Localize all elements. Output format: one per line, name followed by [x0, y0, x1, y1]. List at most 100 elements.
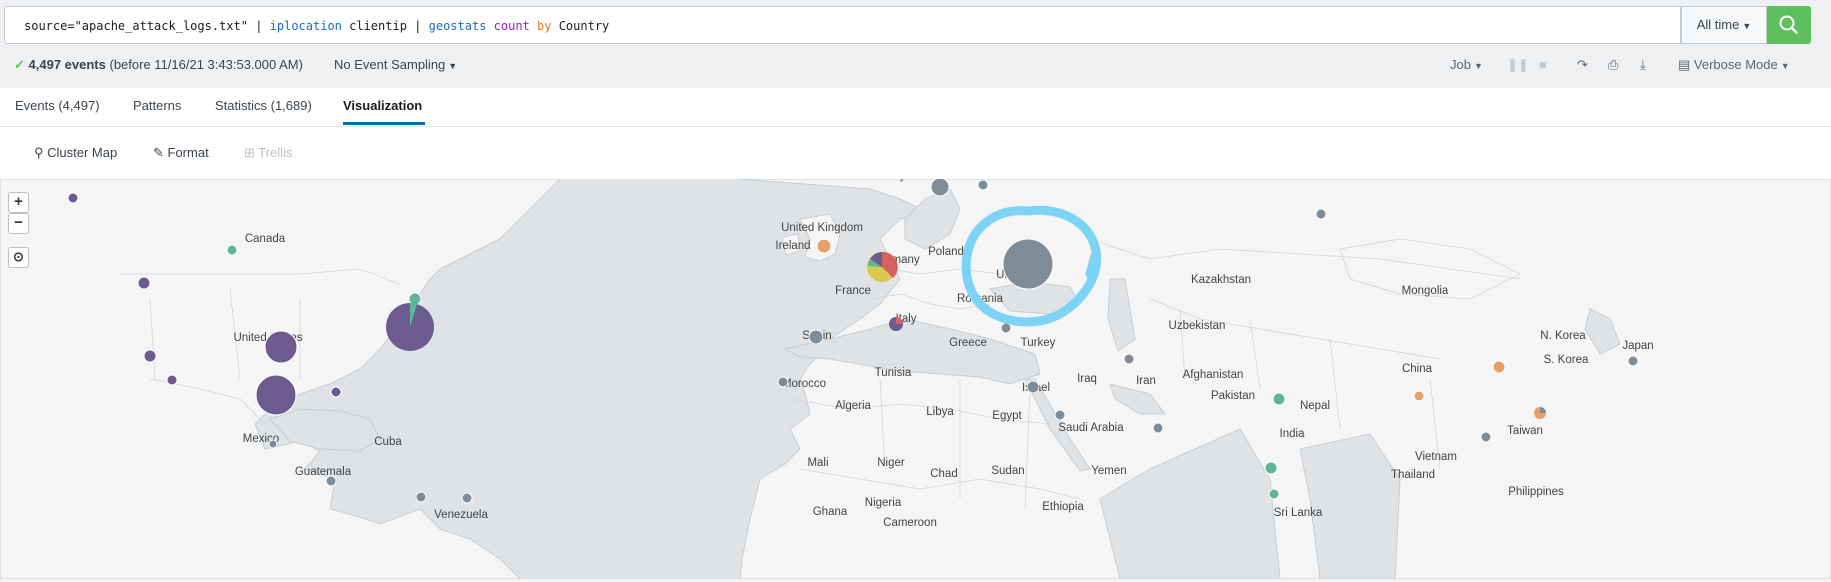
- query-command-geostats: geostats: [428, 19, 487, 33]
- stop-icon[interactable]: ■: [1539, 57, 1547, 72]
- marker-korea[interactable]: [1627, 355, 1639, 367]
- query-keyword-by: by: [529, 19, 552, 33]
- search-input[interactable]: source="apache_attack_logs.txt" | iploca…: [4, 6, 1681, 44]
- map-country-label: Vietnam: [1415, 451, 1457, 463]
- share-icon[interactable]: ↷: [1577, 57, 1588, 73]
- event-time-suffix: (before 11/16/21 3:43:53.000 AM): [109, 57, 303, 72]
- map-country-label: United Kingdom: [781, 222, 863, 234]
- marker-spain[interactable]: [808, 329, 824, 345]
- marker-norway-north[interactable]: [930, 179, 950, 197]
- marker-venezuela[interactable]: [461, 492, 473, 504]
- map-country-label: Thailand: [1391, 469, 1435, 481]
- marker-texas[interactable]: [255, 374, 297, 416]
- marker-germany-pie[interactable]: [867, 251, 898, 282]
- cluster-map-button[interactable]: ⚲ Cluster Map: [34, 145, 117, 161]
- event-summary: ✓ 4,497 events (before 11/16/21 3:43:53.…: [14, 57, 303, 73]
- marker-caribbean[interactable]: [415, 491, 427, 503]
- marker-hong-kong[interactable]: [1480, 431, 1492, 443]
- map-country-label: Mali: [807, 457, 828, 469]
- marker-beijing[interactable]: [1492, 360, 1506, 374]
- marker-los-angeles[interactable]: [166, 374, 178, 386]
- map-canvas[interactable]: NorwayCanadaUnited KingdomIrelandGermany…: [0, 179, 1831, 579]
- marker-caucasus[interactable]: [1123, 353, 1135, 365]
- search-mode-dropdown[interactable]: ▤ Verbose Mode ▼: [1678, 57, 1790, 73]
- marker-us-central[interactable]: [264, 330, 298, 364]
- format-button[interactable]: ✎ Format: [153, 145, 209, 161]
- map-country-label: S. Korea: [1544, 354, 1589, 366]
- cluster-map[interactable]: NorwayCanadaUnited KingdomIrelandGermany…: [0, 179, 1831, 579]
- cluster-map-label: Cluster Map: [47, 145, 118, 160]
- map-country-label: Sri Lanka: [1274, 507, 1323, 519]
- marker-guatemala[interactable]: [325, 475, 337, 487]
- marker-alaska[interactable]: [67, 192, 79, 204]
- query-function-count: count: [486, 19, 530, 33]
- tab-visualization[interactable]: Visualization: [343, 98, 422, 113]
- query-pipe: |: [406, 19, 429, 33]
- marker-russia-east[interactable]: [1315, 208, 1327, 220]
- marker-uae[interactable]: [1152, 422, 1164, 434]
- marker-washington[interactable]: [137, 276, 151, 290]
- chevron-down-icon: ▼: [1780, 61, 1790, 71]
- map-country-label: Ethiopia: [1042, 501, 1084, 513]
- marker-morocco[interactable]: [777, 376, 789, 388]
- marker-italy-pie[interactable]: [889, 317, 903, 331]
- marker-georgia[interactable]: [330, 386, 342, 398]
- map-country-label: Canada: [245, 233, 286, 245]
- marker-canada[interactable]: [226, 244, 238, 256]
- map-country-label: Saudi Arabia: [1058, 422, 1124, 434]
- marker-saudi-arabia[interactable]: [1054, 409, 1066, 421]
- marker-mexico[interactable]: [268, 439, 278, 449]
- query-arg-clientip: clientip: [341, 19, 407, 33]
- time-range-picker[interactable]: All time ▼: [1681, 6, 1767, 44]
- print-icon[interactable]: ⎙: [1608, 57, 1618, 73]
- locate-button[interactable]: ⊙: [8, 247, 29, 268]
- map-country-label: China: [1402, 363, 1433, 375]
- tab-events[interactable]: Events (4,497): [15, 98, 100, 113]
- event-sampling-dropdown[interactable]: No Event Sampling ▼: [334, 57, 457, 72]
- marker-ireland[interactable]: [816, 238, 832, 254]
- map-country-label: Morocco: [782, 378, 826, 390]
- map-country-label: France: [835, 285, 871, 297]
- map-country-label: Uzbekistan: [1169, 320, 1226, 332]
- map-country-label: Ireland: [775, 240, 810, 252]
- marker-finland[interactable]: [977, 179, 989, 191]
- marker-taiwan-pie[interactable]: [1534, 407, 1546, 419]
- map-country-label: Sudan: [991, 465, 1024, 477]
- marker-india-tip[interactable]: [1268, 488, 1280, 500]
- marker-pakistan[interactable]: [1272, 392, 1286, 406]
- map-country-label: Yemen: [1091, 465, 1126, 477]
- marker-india-south[interactable]: [1264, 461, 1278, 475]
- search-query[interactable]: source="apache_attack_logs.txt" | iploca…: [24, 19, 609, 33]
- map-country-label: Greece: [949, 337, 987, 349]
- event-sampling-label: No Event Sampling: [334, 57, 446, 72]
- pause-icon[interactable]: ❚❚: [1507, 57, 1529, 73]
- map-country-label: N. Korea: [1540, 330, 1586, 342]
- export-icon[interactable]: ⤓: [1640, 57, 1646, 73]
- marker-ukraine[interactable]: [1002, 238, 1054, 290]
- marker-us-east-pie[interactable]: [386, 302, 434, 351]
- map-country-label: Cameroon: [883, 517, 937, 529]
- map-country-label: Chad: [930, 468, 958, 480]
- grid-icon: ⊞: [244, 145, 259, 160]
- zoom-out-button[interactable]: −: [8, 213, 29, 234]
- tab-patterns[interactable]: Patterns: [133, 98, 181, 113]
- query-source: source="apache_attack_logs.txt": [24, 19, 248, 33]
- time-range-label: All time: [1696, 17, 1740, 32]
- marker-china-central[interactable]: [1413, 390, 1425, 402]
- marker-israel[interactable]: [1026, 380, 1040, 394]
- query-arg-country: Country: [551, 19, 610, 33]
- search-icon: [1779, 15, 1798, 34]
- tab-statistics[interactable]: Statistics (1,689): [215, 98, 312, 113]
- map-country-label: Pakistan: [1211, 390, 1255, 402]
- job-menu[interactable]: Job ▼: [1450, 57, 1483, 72]
- checkmark-icon: ✓: [14, 57, 25, 72]
- map-country-label: Kazakhstan: [1191, 274, 1251, 286]
- map-country-label: Ghana: [813, 506, 848, 518]
- marker-california[interactable]: [143, 349, 157, 363]
- search-button[interactable]: [1767, 6, 1811, 44]
- chevron-down-icon: ▼: [448, 61, 458, 71]
- zoom-in-button[interactable]: +: [8, 192, 29, 213]
- map-country-label: Niger: [877, 457, 905, 469]
- map-country-label: Poland: [928, 246, 964, 258]
- map-country-label: Cuba: [374, 436, 402, 448]
